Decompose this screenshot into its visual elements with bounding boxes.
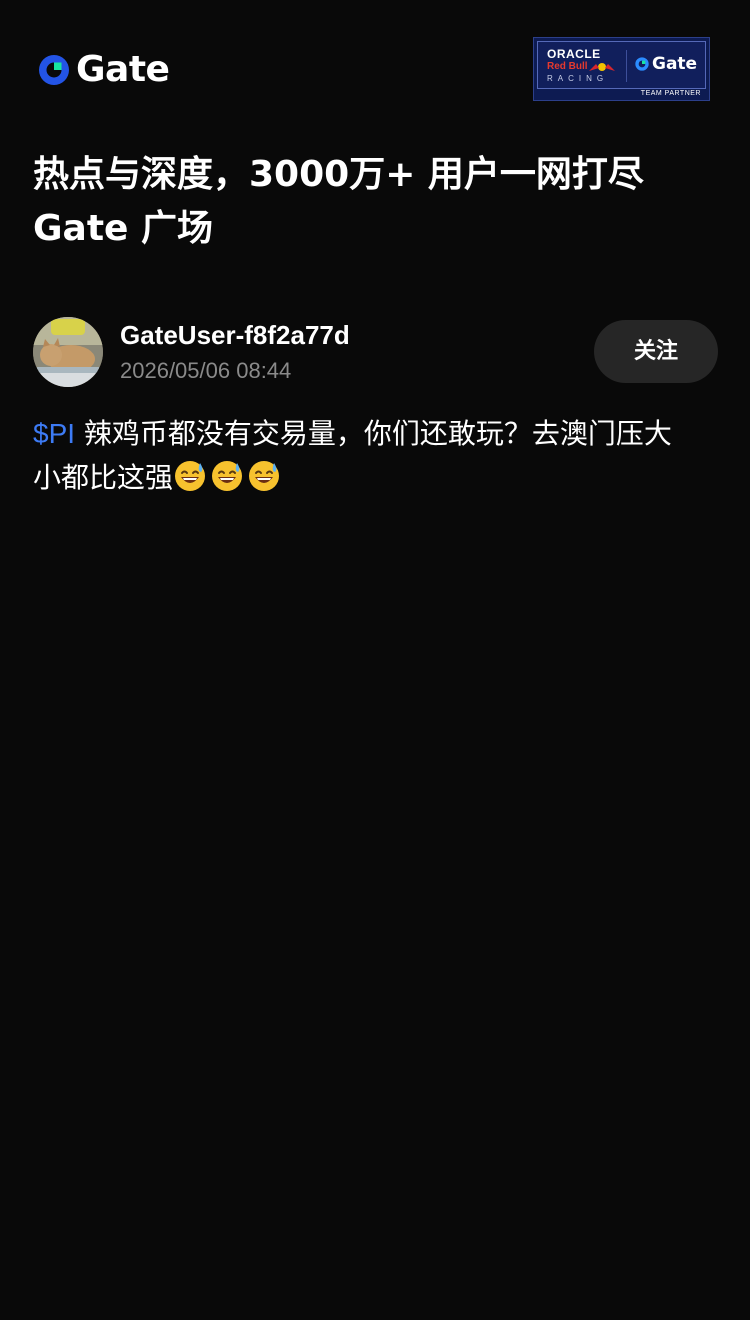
gate-logo[interactable]: Gate [36,49,170,90]
post-text-line-2: 小都比这强 [33,456,723,500]
post-timestamp: 2026/05/06 08:44 [120,358,292,383]
follow-button[interactable]: 关注 [594,320,718,383]
partner-badge-inner: ORACLE Red Bull RACING Gate [537,41,706,89]
badge-divider [626,50,627,82]
redbull-label: Red Bull [547,61,588,72]
grinning-sweat-emoji [212,461,243,491]
ticker-link[interactable]: $PI [33,418,75,449]
post-text-1: 辣鸡币都没有交易量，你们还敢玩？去澳门压大 [75,417,672,450]
header: Gate ORACLE Red Bull RACING Gate TEAM PA… [0,0,750,120]
page-headline: 热点与深度，3000万+ 用户一网打尽 Gate 广场 [33,148,723,256]
oracle-label: ORACLE [547,47,601,61]
gate-logo-icon [39,55,69,85]
racing-label: RACING [547,74,609,83]
post-text-2: 小都比这强 [33,461,174,494]
avatar-cat-image [33,317,103,387]
team-partner-label: TEAM PARTNER [640,90,701,97]
post-username[interactable]: GateUser-f8f2a77d [120,318,350,352]
bull-icon [589,63,615,71]
headline-line-1: 热点与深度，3000万+ 用户一网打尽 [33,154,644,195]
gate-logo-small-icon [635,57,649,71]
partner-badge: ORACLE Red Bull RACING Gate TEAM PARTNER [533,37,710,101]
grinning-sweat-emoji [175,461,206,491]
logo-text: Gate [76,49,170,90]
avatar[interactable] [33,317,103,387]
headline-line-2: Gate 广场 [33,208,214,249]
post-body: $PI 辣鸡币都没有交易量，你们还敢玩？去澳门压大 小都比这强 [33,412,723,500]
badge-gate-logo: Gate [634,54,697,74]
grinning-sweat-emoji [249,461,280,491]
badge-gate-text: Gate [652,54,698,74]
emoji-row [173,459,284,493]
post-text-line-1: $PI 辣鸡币都没有交易量，你们还敢玩？去澳门压大 [33,412,723,456]
